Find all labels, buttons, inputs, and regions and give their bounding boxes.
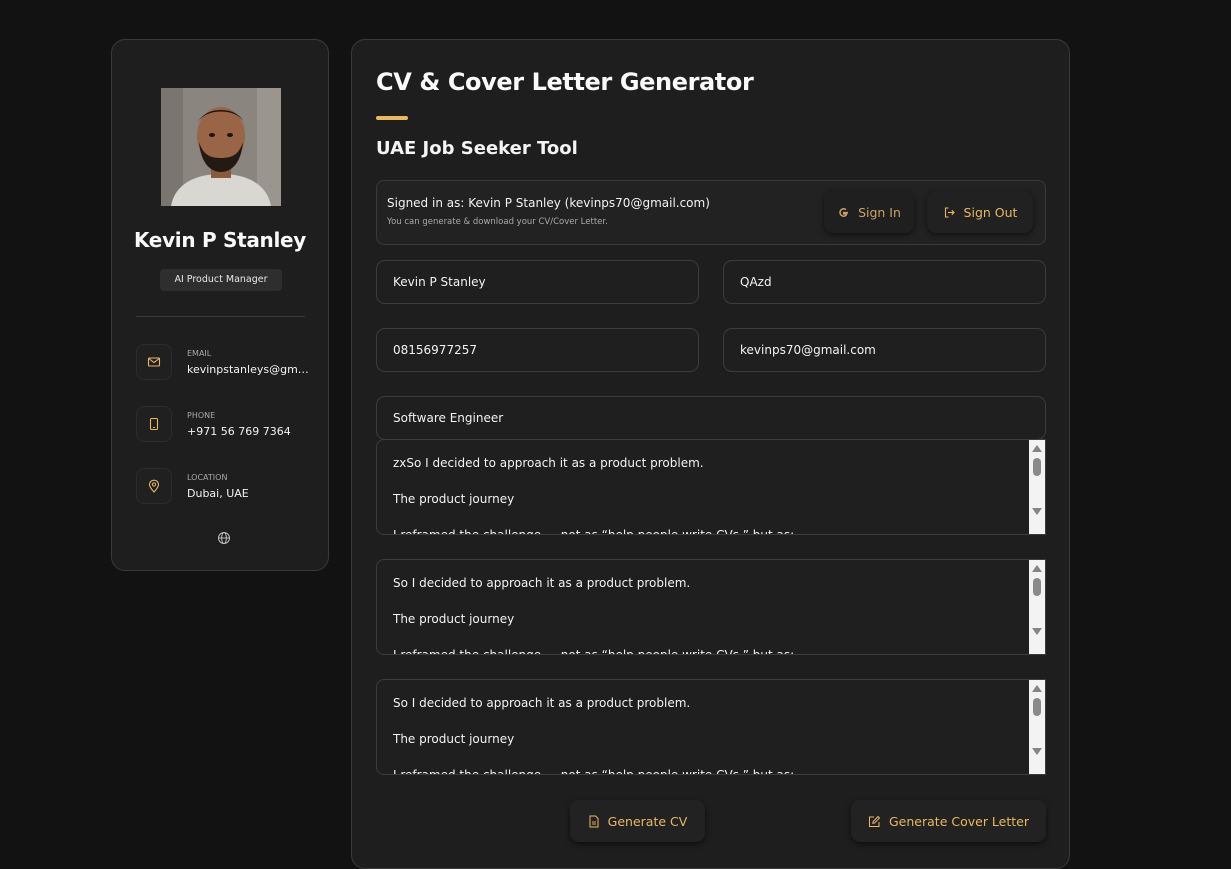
job-title-input[interactable] — [376, 396, 1046, 440]
globe-icon[interactable] — [216, 530, 232, 546]
scroll-up-arrow-icon[interactable] — [1032, 685, 1042, 692]
sign-in-label: Sign In — [858, 204, 901, 220]
title-underline — [376, 116, 408, 120]
textarea-scrollbar[interactable] — [1029, 440, 1045, 534]
page-subtitle: UAE Job Seeker Tool — [376, 138, 578, 159]
textarea-scrollbar[interactable] — [1029, 680, 1045, 774]
page-title: CV & Cover Letter Generator — [376, 68, 754, 96]
signed-in-text: Signed in as: Kevin P Stanley (kevinps70… — [387, 196, 710, 210]
generate-cv-button[interactable]: Generate CV — [570, 800, 705, 842]
profile-name: Kevin P Stanley — [133, 228, 307, 252]
sign-out-button[interactable]: Sign Out — [927, 191, 1033, 233]
experience-textarea[interactable]: zxSo I decided to approach it as a produ… — [376, 439, 1046, 535]
role-badge: AI Product Manager — [160, 269, 282, 291]
scroll-thumb[interactable] — [1033, 698, 1041, 716]
google-icon — [837, 206, 850, 219]
document-icon — [588, 815, 600, 828]
avatar — [161, 88, 281, 206]
contact-label: LOCATION — [187, 473, 228, 482]
contact-value: Dubai, UAE — [187, 487, 249, 500]
full-name-input[interactable] — [376, 260, 699, 304]
location-input[interactable] — [723, 260, 1046, 304]
scroll-down-arrow-icon[interactable] — [1032, 508, 1042, 515]
sign-out-label: Sign Out — [963, 204, 1018, 220]
scroll-up-arrow-icon[interactable] — [1032, 445, 1042, 452]
textarea-content: zxSo I decided to approach it as a produ… — [393, 456, 795, 535]
phone-icon — [136, 406, 172, 442]
edit-icon — [868, 815, 881, 828]
scroll-thumb[interactable] — [1033, 578, 1041, 596]
generate-cover-letter-label: Generate Cover Letter — [889, 813, 1029, 829]
contact-label: PHONE — [187, 411, 216, 420]
generate-cv-label: Generate CV — [607, 813, 688, 829]
auth-status-box: Signed in as: Kevin P Stanley (kevinps70… — [376, 180, 1046, 245]
phone-input[interactable] — [376, 328, 699, 372]
auth-note: You can generate & download your CV/Cove… — [387, 217, 608, 227]
generate-cover-letter-button[interactable]: Generate Cover Letter — [851, 800, 1046, 842]
scroll-up-arrow-icon[interactable] — [1032, 565, 1042, 572]
contact-label: EMAIL — [187, 349, 212, 358]
logout-icon — [943, 206, 956, 219]
contact-phone: PHONE +971 56 769 7364 — [136, 406, 316, 444]
contact-value: +971 56 769 7364 — [187, 425, 291, 438]
map-pin-icon — [136, 468, 172, 504]
textarea-content: So I decided to approach it as a product… — [393, 576, 795, 655]
divider — [136, 316, 305, 317]
scroll-down-arrow-icon[interactable] — [1032, 748, 1042, 755]
generator-panel: CV & Cover Letter Generator UAE Job Seek… — [351, 39, 1070, 869]
textarea-content: So I decided to approach it as a product… — [393, 696, 795, 775]
job-description-textarea[interactable]: So I decided to approach it as a product… — [376, 679, 1046, 775]
skills-textarea[interactable]: So I decided to approach it as a product… — [376, 559, 1046, 655]
contact-location: LOCATION Dubai, UAE — [136, 468, 316, 506]
sign-in-button[interactable]: Sign In — [824, 191, 914, 233]
scroll-down-arrow-icon[interactable] — [1032, 628, 1042, 635]
profile-card: Kevin P Stanley AI Product Manager EMAIL… — [111, 39, 329, 571]
mail-icon — [136, 344, 172, 380]
textarea-scrollbar[interactable] — [1029, 560, 1045, 654]
contact-value: kevinpstanleys@gmail.com — [187, 363, 313, 376]
email-input[interactable] — [723, 328, 1046, 372]
scroll-thumb[interactable] — [1033, 458, 1041, 476]
contact-email: EMAIL kevinpstanleys@gmail.com — [136, 344, 316, 382]
